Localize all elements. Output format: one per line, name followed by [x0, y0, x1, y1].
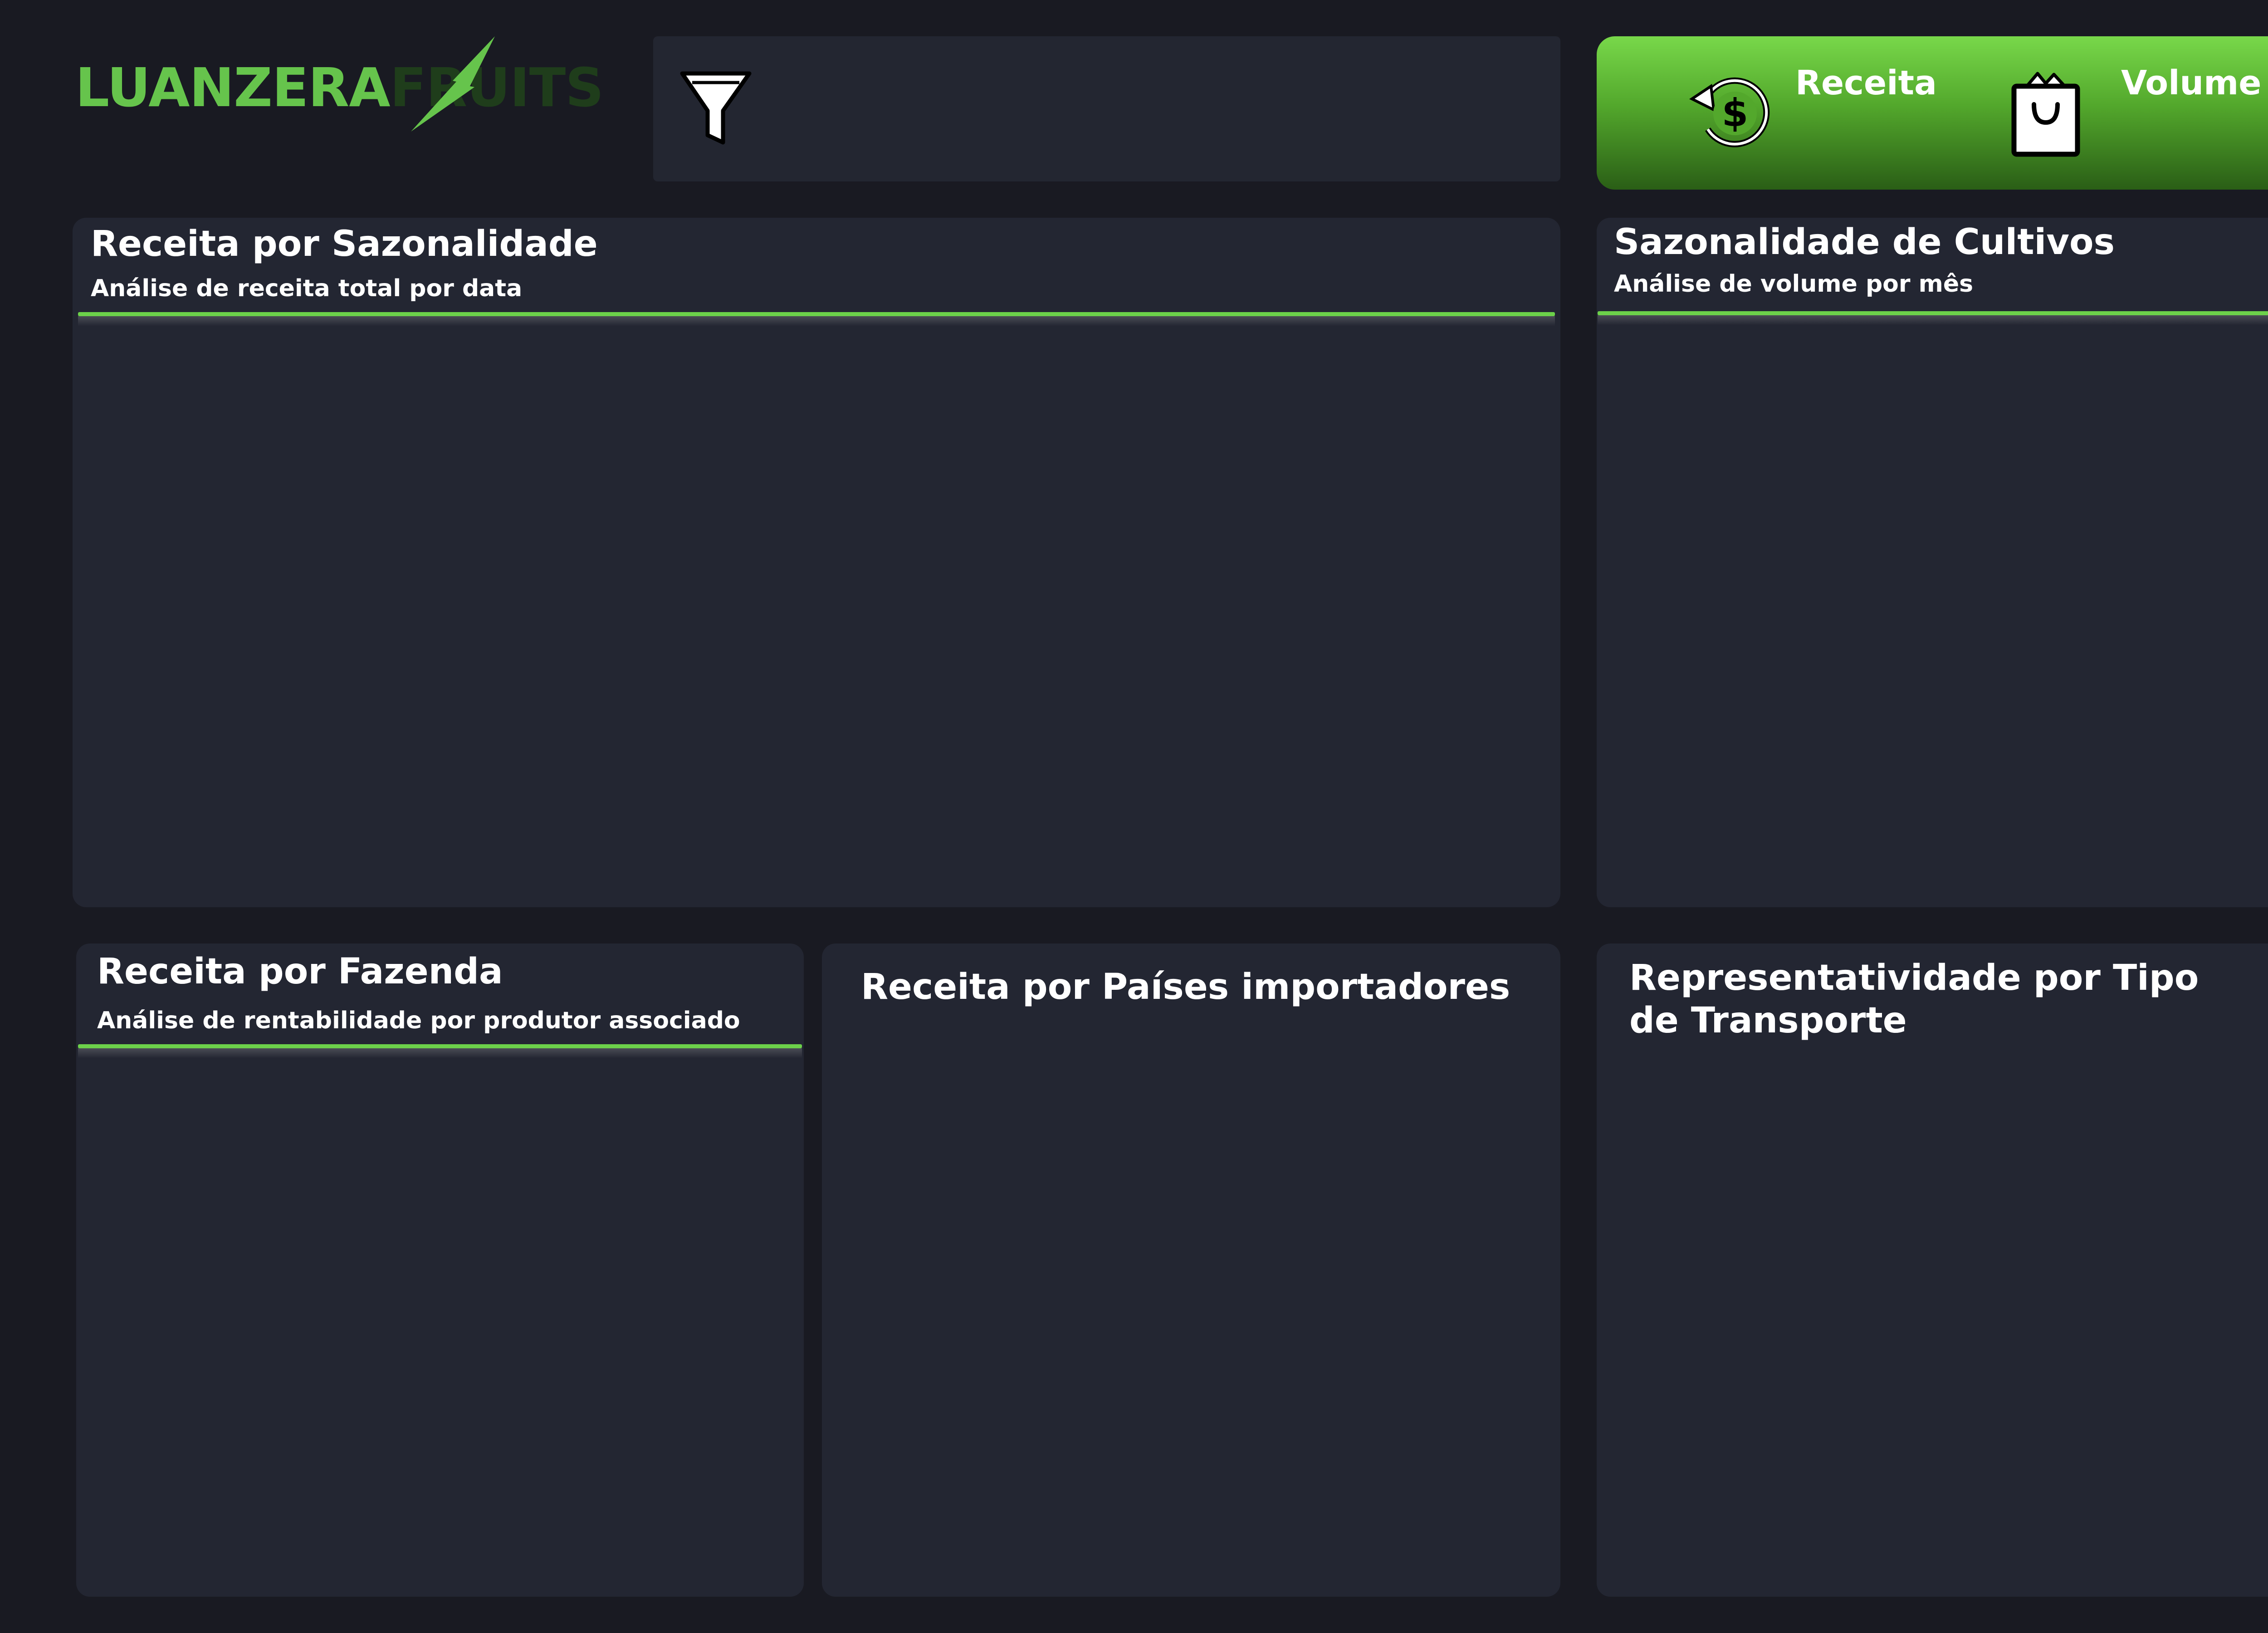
panel-transport-share: Representatividade por Tipo de Transport…	[1597, 944, 2268, 1597]
lightning-slash-icon	[411, 36, 495, 132]
panel-divider-shadow	[78, 316, 1555, 326]
filter-funnel-icon[interactable]	[679, 69, 752, 148]
panel-title: Receita por Países importadores	[861, 967, 1510, 1007]
brand-logo: LUANZERAFRUITS	[75, 36, 604, 136]
filter-bar[interactable]	[653, 36, 1560, 181]
kpi-volume[interactable]: Volume	[1941, 36, 2268, 190]
panel-title: Representatividade por Tipo de Transport…	[1629, 957, 2199, 1042]
panel-revenue-farm: Receita por Fazenda Análise de rentabili…	[76, 944, 804, 1597]
panel-title: Receita por Fazenda	[97, 951, 503, 992]
panel-title: Receita por Sazonalidade	[91, 224, 598, 264]
panel-title: Sazonalidade de Cultivos	[1614, 222, 2115, 263]
kpi-revenue[interactable]: $ Receita	[1597, 36, 1941, 190]
shopping-bag-icon	[2011, 72, 2080, 157]
panel-subtitle: Análise de rentabilidade por produtor as…	[97, 1007, 740, 1034]
panel-divider	[78, 1044, 802, 1048]
dashboard: LUANZERAFRUITS $ Receita Volume Receita …	[0, 0, 2268, 1633]
kpi-card: $ Receita Volume	[1597, 36, 2268, 190]
panel-revenue-seasonality: Receita por Sazonalidade Análise de rece…	[73, 218, 1560, 907]
dollar-refresh-icon: $	[1689, 77, 1770, 147]
panel-divider	[1598, 311, 2268, 315]
svg-text:$: $	[1722, 91, 1748, 135]
panel-crop-seasonality: Sazonalidade de Cultivos Análise de volu…	[1597, 218, 2268, 907]
kpi-revenue-label: Receita	[1795, 64, 1937, 103]
panel-divider-shadow	[78, 1048, 802, 1058]
panel-title-line2: de Transporte	[1629, 1000, 1907, 1041]
panel-revenue-countries: Receita por Países importadores	[822, 944, 1560, 1597]
kpi-volume-label: Volume	[2121, 64, 2262, 103]
panel-divider-shadow	[1598, 315, 2268, 325]
panel-title-line1: Representatividade por Tipo	[1629, 958, 2199, 998]
panel-subtitle: Análise de volume por mês	[1614, 270, 1974, 298]
panel-divider	[78, 312, 1555, 316]
panel-subtitle: Análise de receita total por data	[91, 275, 523, 302]
